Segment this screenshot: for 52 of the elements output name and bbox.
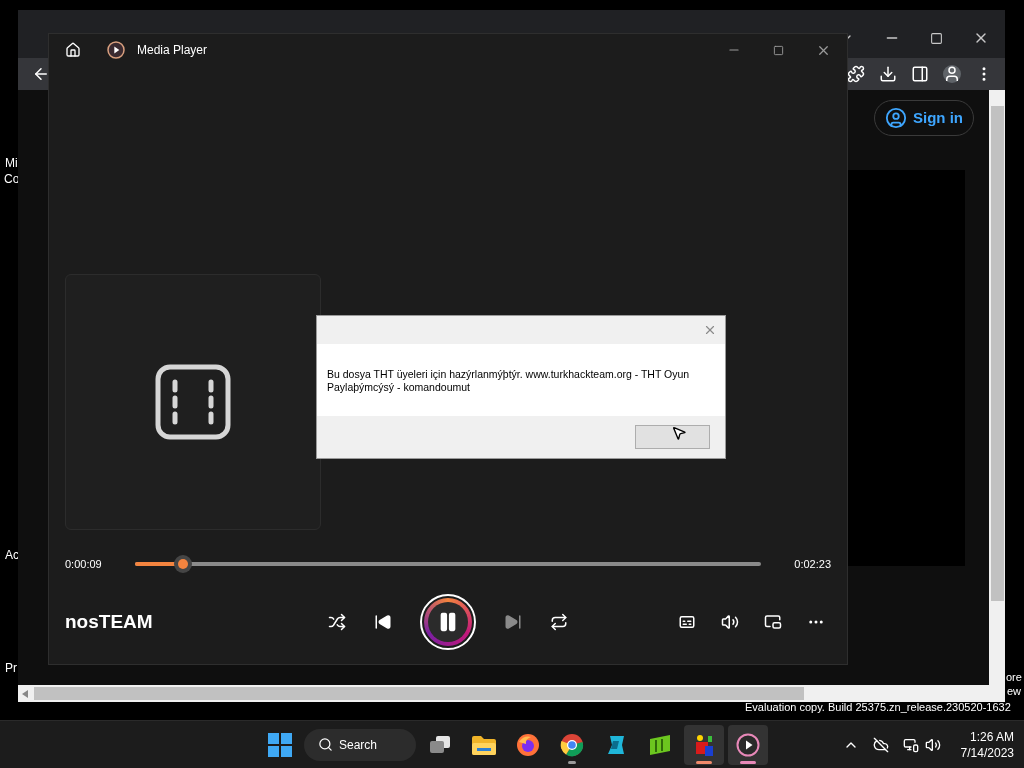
account-icon (885, 107, 907, 129)
windows-start-icon[interactable] (268, 732, 292, 757)
repeat-icon[interactable] (550, 613, 568, 631)
horizontal-scrollbar[interactable] (18, 685, 989, 702)
search-label: Search (339, 736, 378, 754)
previous-icon[interactable] (374, 613, 392, 631)
maximize-icon[interactable] (930, 31, 943, 45)
search-icon (318, 737, 333, 752)
play-circle-icon (736, 732, 760, 757)
clock[interactable]: 1:26 AM 7/14/2023 (960, 728, 1014, 761)
elapsed-time: 0:00:09 (65, 556, 103, 572)
film-icon (155, 364, 231, 440)
search-field[interactable]: Search (304, 728, 416, 761)
build-notice: Evaluation copy. Build 25375.zn_release.230520-1632 (745, 701, 1011, 714)
clock-date: 7/14/2023 (960, 744, 1014, 761)
dialog-message: Bu dosya THT üyeleri için hazýrlanmýþtýr. www.turkhackteam.org - THT Oyun Paylaþýmcýsý - komandoumut (327, 368, 691, 394)
next-icon[interactable] (504, 613, 522, 631)
seek-thumb[interactable] (173, 555, 192, 573)
play-circle-icon (107, 41, 125, 59)
profile-icon[interactable] (943, 65, 961, 83)
desktop-icon-label: Ac (5, 548, 19, 562)
cloud-off-icon[interactable] (872, 736, 889, 753)
side-panel-icon[interactable] (911, 65, 929, 83)
scroll-left-icon[interactable] (22, 689, 28, 698)
taskbar-app[interactable] (684, 724, 724, 765)
total-time: 0:02:23 (793, 556, 831, 572)
grid-app-icon (648, 733, 672, 756)
play-pause-button[interactable] (420, 594, 476, 650)
task-view-icon (428, 733, 452, 756)
vertical-scrollbar[interactable] (989, 90, 1005, 702)
folder-icon (471, 733, 497, 756)
volume-icon[interactable] (924, 736, 941, 753)
maximize-icon[interactable] (773, 44, 784, 56)
track-title: nosTEAM (65, 609, 154, 634)
download-icon[interactable] (879, 65, 897, 83)
desktop-icon-label: ew (1007, 685, 1022, 698)
puzzle-icon[interactable] (847, 65, 865, 83)
mini-player-icon[interactable] (764, 613, 782, 631)
volume-icon[interactable] (721, 613, 739, 631)
desktop-icon-label: Pr (5, 661, 17, 675)
network-icon[interactable] (902, 736, 919, 753)
home-icon[interactable] (65, 42, 81, 58)
fox-globe-icon (516, 732, 540, 757)
taskbar-app[interactable] (728, 724, 768, 765)
desktop-icon-label: Mi (5, 156, 18, 170)
captions-icon[interactable] (678, 613, 696, 631)
desktop-icon-label: ore (1006, 671, 1022, 684)
chrome-icon (560, 732, 584, 757)
shuffle-icon[interactable] (328, 613, 346, 631)
dialog-button[interactable] (635, 425, 710, 449)
window-title: Media Player (137, 42, 208, 59)
clock-time: 1:26 AM (969, 728, 1014, 745)
